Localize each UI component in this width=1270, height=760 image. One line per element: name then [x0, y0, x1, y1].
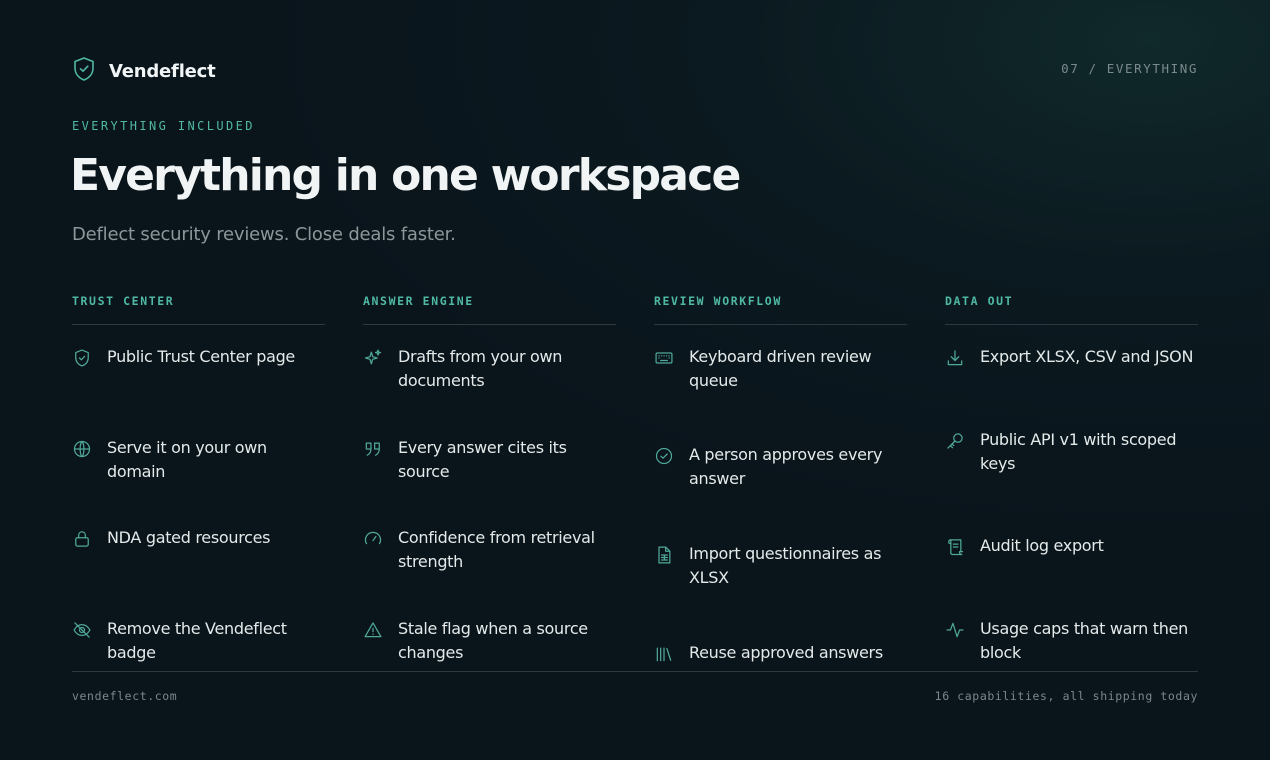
item-label: Remove the Vendeflect badge [107, 619, 287, 662]
list-item: A person approves every answer [654, 445, 907, 491]
eyebrow: EVERYTHING INCLUDED [72, 119, 255, 133]
shield-check-icon [72, 56, 96, 86]
item-label: Confidence from retrieval strength [398, 528, 595, 571]
item-label: A person approves every answer [689, 445, 883, 488]
list-item: Confidence from retrieval strength [363, 528, 616, 574]
scroll-icon [945, 537, 967, 559]
key-icon [945, 431, 967, 453]
list-item: Serve it on your own domain [72, 438, 325, 484]
lock-icon [72, 529, 94, 551]
column-heading: TRUST CENTER [72, 294, 325, 325]
eye-off-icon [72, 620, 94, 642]
top-bar: Vendeflect 07 / EVERYTHING [72, 52, 1198, 86]
page-indicator: 07 / EVERYTHING [1061, 61, 1198, 76]
list-item: Reuse approved answers [654, 643, 907, 666]
item-label: Public Trust Center page [107, 347, 295, 366]
column-heading: DATA OUT [945, 294, 1198, 325]
list-item: Public API v1 with scoped keys [945, 430, 1198, 476]
column-heading: REVIEW WORKFLOW [654, 294, 907, 325]
column-answer-engine: ANSWER ENGINE Drafts from your own docum… [363, 294, 616, 670]
item-label: Audit log export [980, 536, 1104, 555]
brand[interactable]: Vendeflect [72, 56, 216, 86]
list-item: Usage caps that warn then block [945, 619, 1198, 665]
item-label: Stale flag when a source changes [398, 619, 588, 662]
download-icon [945, 348, 967, 370]
list-item: Stale flag when a source changes [363, 619, 616, 665]
footer-divider [72, 671, 1198, 672]
column-data-out: DATA OUT Export XLSX, CSV and JSON Publi… [945, 294, 1198, 670]
item-label: Serve it on your own domain [107, 438, 267, 481]
warning-triangle-icon [363, 620, 385, 642]
page-title: Everything in one workspace [70, 150, 741, 201]
column-review-workflow: REVIEW WORKFLOW Keyboard driven review q… [654, 294, 907, 670]
activity-icon [945, 620, 967, 642]
list-item: Export XLSX, CSV and JSON [945, 347, 1198, 370]
shield-check-icon [72, 348, 94, 370]
sparkles-icon [363, 348, 385, 370]
list-item: Public Trust Center page [72, 347, 325, 370]
gauge-icon [363, 529, 385, 551]
library-icon [654, 644, 676, 666]
page-subtitle: Deflect security reviews. Close deals fa… [72, 224, 456, 245]
footer-domain-link[interactable]: vendeflect.com [72, 689, 177, 703]
list-item: Import questionnaires as XLSX [654, 544, 907, 590]
keyboard-icon [654, 348, 676, 370]
list-item: Every answer cites its source [363, 438, 616, 484]
list-item: Audit log export [945, 536, 1198, 559]
globe-icon [72, 439, 94, 461]
item-label: Import questionnaires as XLSX [689, 544, 882, 587]
quote-icon [363, 439, 385, 461]
list-item: Keyboard driven review queue [654, 347, 907, 393]
brand-name: Vendeflect [109, 60, 216, 82]
list-item: NDA gated resources [72, 528, 325, 551]
item-label: Keyboard driven review queue [689, 347, 872, 390]
column-heading: ANSWER ENGINE [363, 294, 616, 325]
item-label: NDA gated resources [107, 528, 271, 547]
item-label: Public API v1 with scoped keys [980, 430, 1177, 473]
list-item: Remove the Vendeflect badge [72, 619, 325, 665]
list-item: Drafts from your own documents [363, 347, 616, 393]
item-label: Export XLSX, CSV and JSON [980, 347, 1194, 366]
spreadsheet-file-icon [654, 545, 676, 567]
item-label: Usage caps that warn then block [980, 619, 1189, 662]
item-label: Drafts from your own documents [398, 347, 563, 390]
item-label: Reuse approved answers [689, 643, 883, 662]
footer-capabilities-note: 16 capabilities, all shipping today [934, 689, 1198, 703]
column-trust-center: TRUST CENTER Public Trust Center page Se… [72, 294, 325, 670]
item-label: Every answer cites its source [398, 438, 567, 481]
check-circle-icon [654, 446, 676, 468]
